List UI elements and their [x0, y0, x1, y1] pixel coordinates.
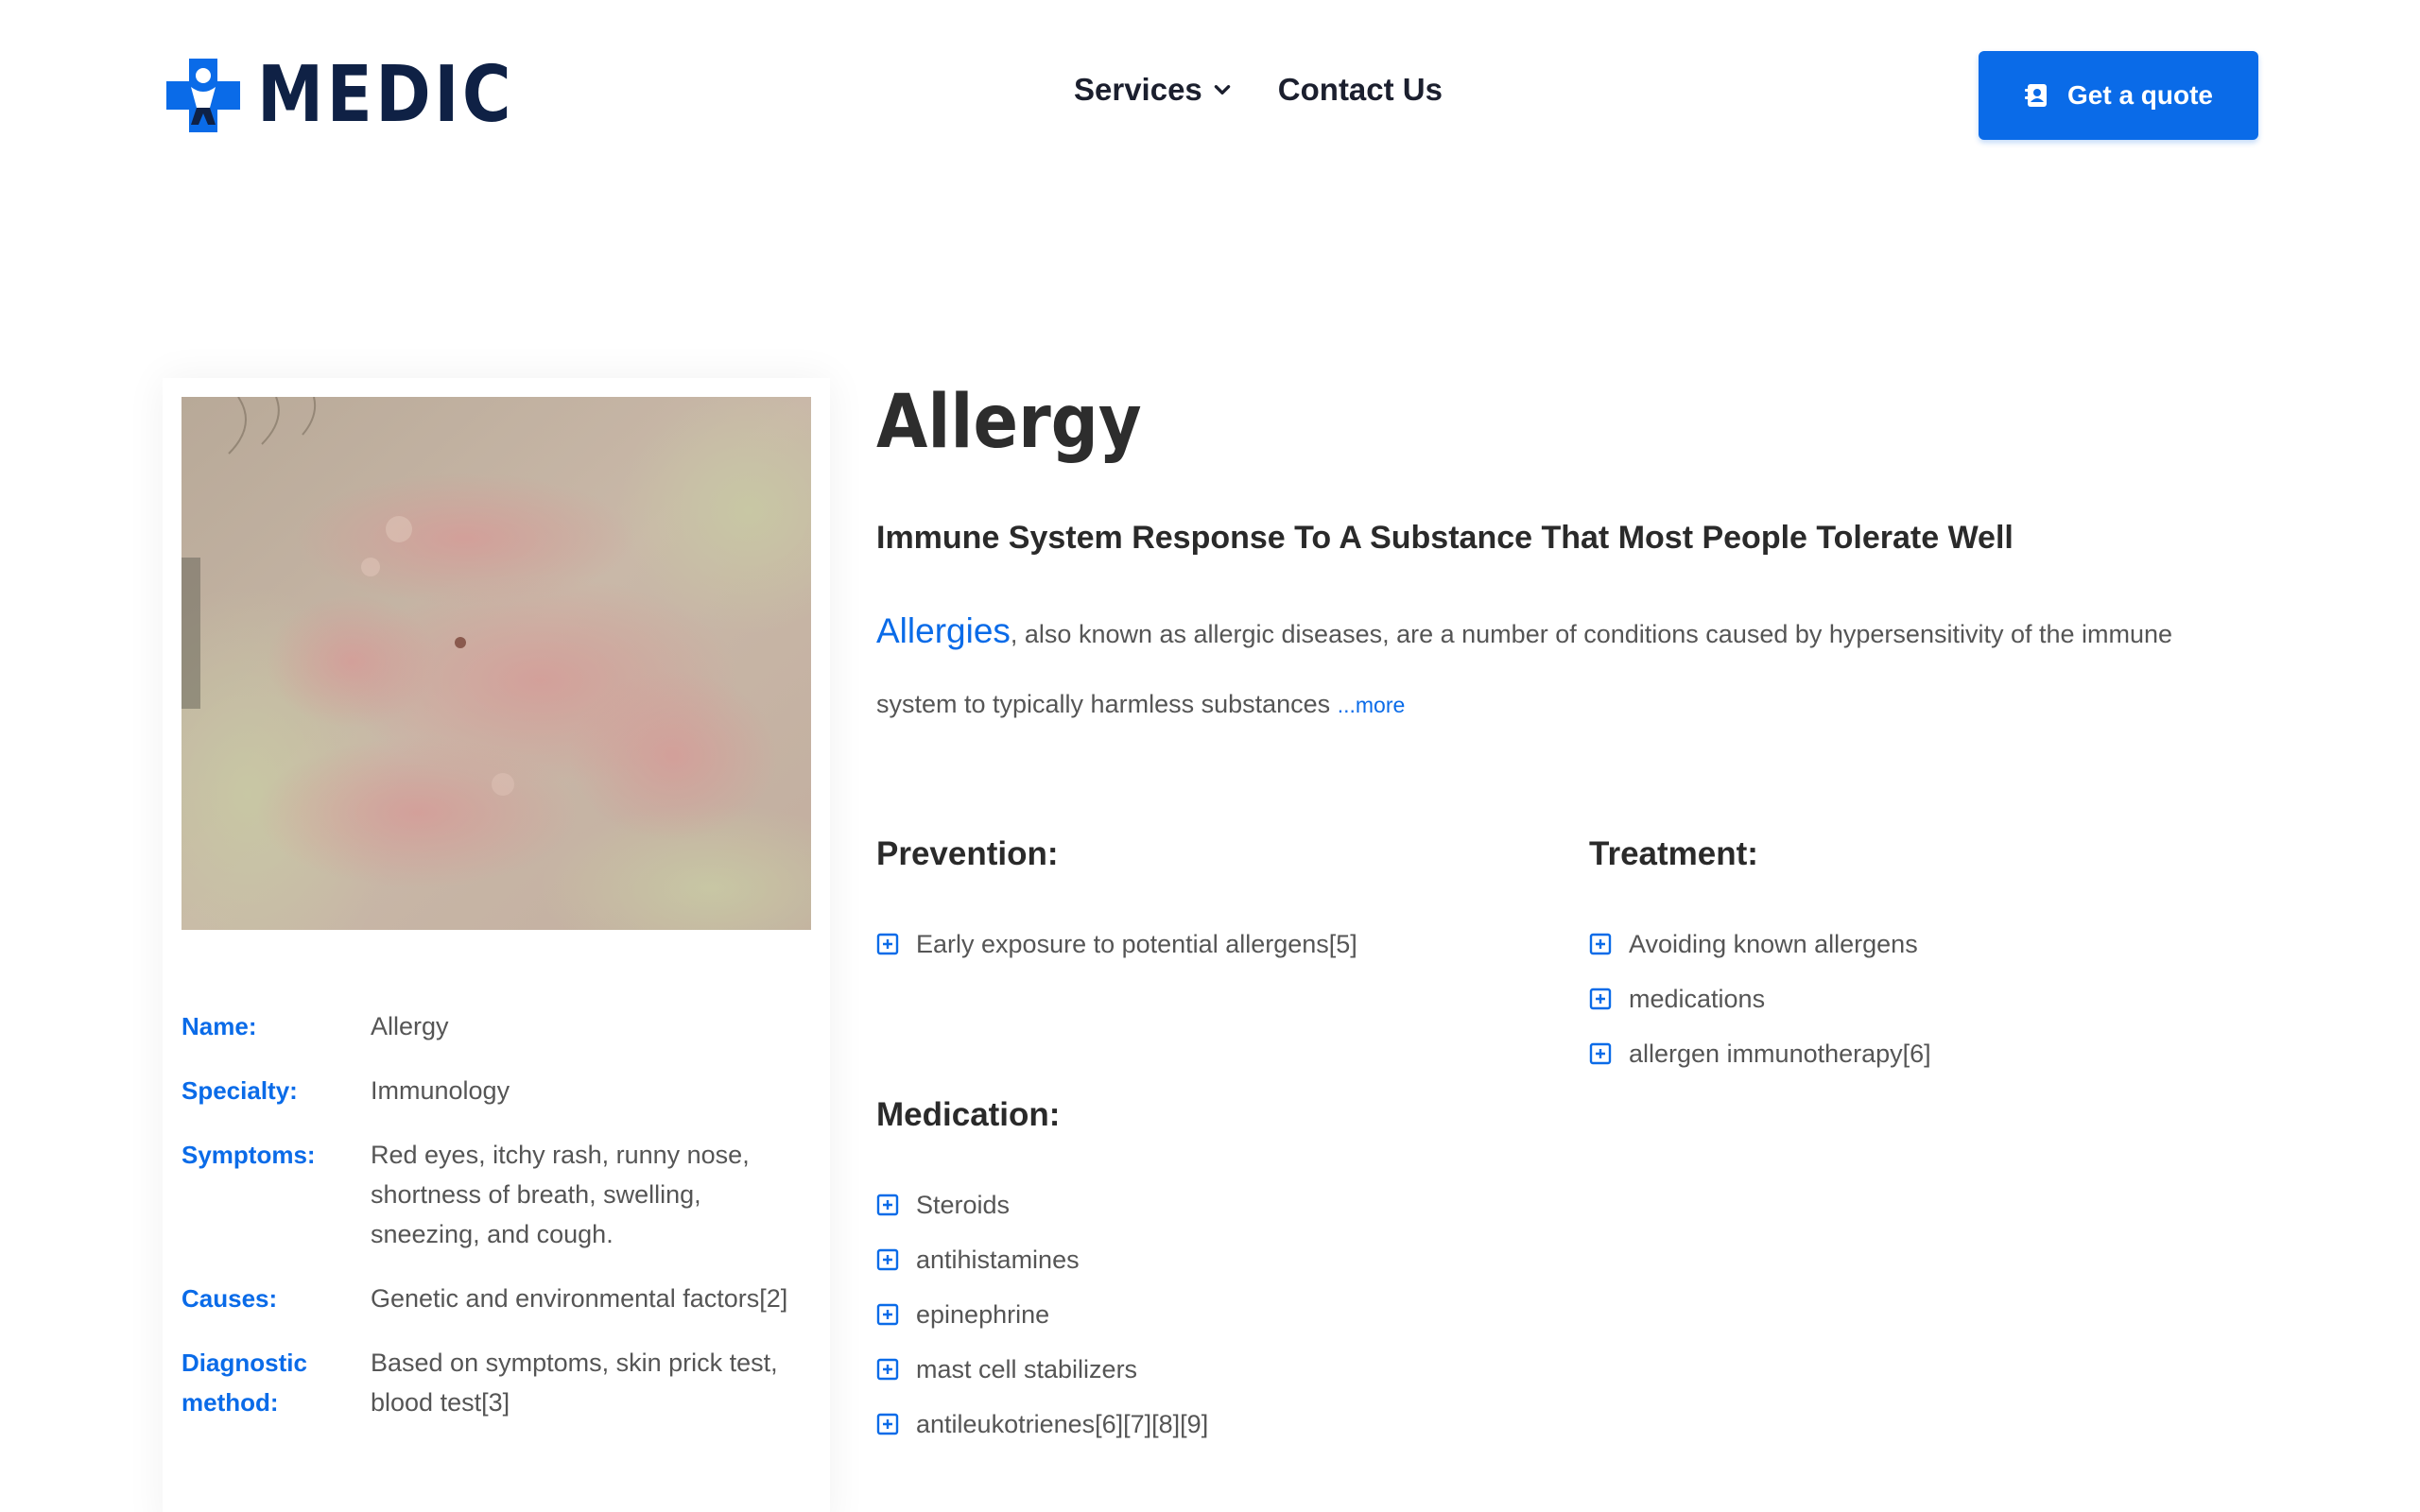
plus-square-icon: [876, 1248, 899, 1271]
list-item: medications: [1589, 971, 2251, 1026]
detail-row-specialty: Specialty: Immunology: [182, 1071, 811, 1110]
plus-square-icon: [876, 1303, 899, 1326]
list-item: allergen immunotherapy[6]: [1589, 1026, 2251, 1081]
detail-value: Based on symptoms, skin prick test, bloo…: [371, 1349, 778, 1417]
list-item: Avoiding known allergens: [1589, 917, 2251, 971]
detail-row-symptoms: Symptoms: Red eyes, itchy rash, runny no…: [182, 1135, 811, 1254]
list-item: Steroids: [876, 1177, 1538, 1232]
prevention-list: Early exposure to potential allergens[5]: [876, 917, 1538, 971]
page-title: Allergy: [876, 380, 1142, 465]
brand-name: MEDIC: [257, 50, 515, 140]
list-item: antihistamines: [876, 1232, 1538, 1287]
detail-row-causes: Causes: Genetic and environmental factor…: [182, 1279, 811, 1318]
contact-book-icon: [2024, 84, 2047, 107]
treatment-list: Avoiding known allergens medications all…: [1589, 917, 2251, 1081]
plus-square-icon: [876, 1413, 899, 1435]
list-item-label: antileukotrienes[6][7][8][9]: [916, 1409, 1209, 1438]
list-item-label: antihistamines: [916, 1245, 1080, 1274]
list-item-label: epinephrine: [916, 1299, 1050, 1329]
article-content: Allergy Immune System Response To A Subs…: [876, 378, 2256, 740]
list-item: mast cell stabilizers: [876, 1342, 1538, 1397]
treatment-section: Treatment: Avoiding known allergens medi…: [1589, 835, 2251, 1081]
plus-square-icon: [1589, 1042, 1612, 1065]
detail-value: Immunology: [371, 1076, 510, 1105]
get-a-quote-button[interactable]: Get a quote: [1979, 51, 2258, 140]
plus-square-icon: [876, 933, 899, 955]
allergies-link[interactable]: Allergies: [876, 611, 1011, 650]
list-item: Early exposure to potential allergens[5]: [876, 917, 1538, 971]
list-item: antileukotrienes[6][7][8][9]: [876, 1397, 1538, 1452]
list-item-label: Early exposure to potential allergens[5]: [916, 929, 1357, 958]
detail-label: Symptoms:: [182, 1141, 316, 1169]
condition-photo: [182, 397, 811, 930]
list-item-label: medications: [1629, 984, 1766, 1013]
list-item-label: mast cell stabilizers: [916, 1354, 1138, 1383]
description-text: , also known as allergic diseases, are a…: [876, 620, 2173, 718]
nav-services[interactable]: Services: [1074, 72, 1233, 108]
detail-value: Genetic and environmental factors[2]: [371, 1284, 788, 1313]
detail-value: Allergy: [371, 1012, 449, 1040]
detail-label: Diagnostic method:: [182, 1349, 307, 1417]
condition-details: Name: Allergy Specialty: Immunology Symp…: [182, 1006, 811, 1447]
main-nav: Services Contact Us: [1074, 72, 1443, 108]
site-header: MEDIC Services Contact Us Get a quote: [0, 0, 2420, 189]
allergy-rash-image: [182, 397, 811, 930]
prevention-section: Prevention: Early exposure to potential …: [876, 835, 1538, 971]
chevron-down-icon: [1214, 85, 1231, 94]
article-description: Allergies, also known as allergic diseas…: [876, 596, 2256, 740]
treatment-title: Treatment:: [1589, 835, 1758, 872]
list-item-label: allergen immunotherapy[6]: [1629, 1039, 1931, 1068]
detail-label: Specialty:: [182, 1076, 298, 1105]
plus-square-icon: [1589, 988, 1612, 1010]
medical-cross-logo-icon: [166, 59, 240, 132]
detail-value: Red eyes, itchy rash, runny nose, shortn…: [371, 1141, 750, 1248]
detail-label: Causes:: [182, 1284, 278, 1313]
plus-square-icon: [876, 1194, 899, 1216]
article-subtitle: Immune System Response To A Substance Th…: [876, 520, 2014, 556]
detail-label: Name:: [182, 1012, 257, 1040]
nav-services-label: Services: [1074, 72, 1202, 107]
medication-list: Steroids antihistamines epinephrine mast…: [876, 1177, 1538, 1452]
medication-section: Medication: Steroids antihistamines epin…: [876, 1096, 1538, 1452]
detail-row-diagnostic: Diagnostic method: Based on symptoms, sk…: [182, 1343, 811, 1422]
detail-row-name: Name: Allergy: [182, 1006, 811, 1046]
get-a-quote-label: Get a quote: [2066, 80, 2213, 110]
list-item-label: Steroids: [916, 1190, 1011, 1219]
nav-contact-label: Contact Us: [1277, 72, 1443, 107]
list-item: epinephrine: [876, 1287, 1538, 1342]
list-item-label: Avoiding known allergens: [1629, 929, 1918, 958]
medication-title: Medication:: [876, 1096, 1061, 1133]
nav-contact-us[interactable]: Contact Us: [1278, 72, 1443, 108]
condition-info-card: Name: Allergy Specialty: Immunology Symp…: [163, 378, 830, 1512]
plus-square-icon: [876, 1358, 899, 1381]
prevention-title: Prevention:: [876, 835, 1059, 872]
site-logo[interactable]: MEDIC: [163, 55, 556, 136]
read-more-link[interactable]: ...more: [1338, 693, 1406, 717]
plus-square-icon: [1589, 933, 1612, 955]
